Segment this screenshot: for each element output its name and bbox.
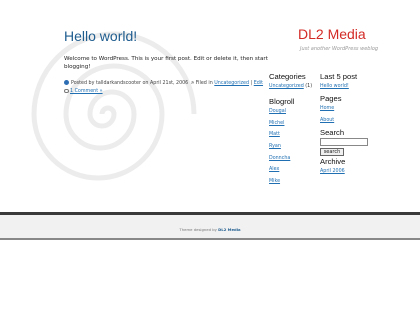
category-link[interactable]: Uncategorized (214, 81, 249, 86)
speech-bubble-icon (64, 89, 69, 93)
blogroll-link-mike[interactable]: Mike (269, 179, 312, 184)
post-author: talldarkandscooter (95, 81, 141, 86)
blogroll-link-dougal[interactable]: Dougal (269, 109, 312, 114)
blogroll-heading: Blogroll (269, 97, 295, 106)
sidebar-left-column: Categories Uncategorized (1) Blogroll Do… (269, 72, 312, 184)
blog-tagline: Just another WordPress weblog (300, 46, 379, 52)
posted-by-label: Posted by (71, 81, 95, 86)
footer-credit: Theme designed by DL2 Media (0, 227, 420, 232)
sidebar-right-column: Last 5 post Hello world! Pages Home Abou… (320, 72, 368, 174)
search-button[interactable]: search (320, 148, 344, 156)
edit-link[interactable]: Edit (254, 81, 263, 86)
pages-heading: Pages (320, 94, 342, 103)
pin-icon (190, 80, 195, 85)
footer-prefix: Theme designed by (179, 227, 217, 232)
blogroll-link-donncha[interactable]: Donncha (269, 156, 312, 161)
search-heading: Search (320, 128, 345, 137)
post-meta: Posted by talldarkandscooter on April 21… (64, 80, 279, 96)
category-item: Uncategorized (1) (269, 84, 312, 89)
last-posts-heading: Last 5 post (320, 72, 358, 81)
filed-in-label: Filed in (195, 81, 213, 86)
pages-list: Home About (320, 106, 368, 123)
page-link-about[interactable]: About (320, 118, 368, 123)
page-content: Hello world! Welcome to WordPress. This … (0, 0, 420, 212)
post-title[interactable]: Hello world! (64, 28, 137, 44)
blogroll-list: Dougal Michel Matt Ryan Donncha Alex Mik… (269, 109, 312, 184)
comments-link[interactable]: 1 Comment » (70, 89, 103, 94)
footer-link[interactable]: DL2 Media (218, 227, 240, 232)
blogroll-link-ryan[interactable]: Ryan (269, 144, 312, 149)
blogroll-link-alex[interactable]: Alex (269, 167, 312, 172)
archive-list: April 2006 (320, 169, 368, 174)
last-posts-list: Hello world! (320, 84, 368, 89)
post-date: on April 21st, 2006 (142, 81, 189, 86)
blog-name[interactable]: DL2 Media (298, 26, 366, 42)
person-icon (64, 80, 69, 85)
category-item-count: (1) (305, 84, 313, 89)
categories-list: Uncategorized (1) (269, 84, 312, 89)
post-body: Welcome to WordPress. This is your first… (64, 56, 268, 71)
blogroll-link-matt[interactable]: Matt (269, 132, 312, 137)
archive-link-april-2006[interactable]: April 2006 (320, 169, 368, 174)
meta-separator: | (250, 81, 253, 86)
category-item-link[interactable]: Uncategorized (269, 84, 304, 89)
categories-heading: Categories (269, 72, 306, 81)
search-input[interactable] (320, 138, 368, 146)
footer: Theme designed by DL2 Media (0, 212, 420, 240)
page-link-home[interactable]: Home (320, 106, 368, 111)
last-post-link[interactable]: Hello world! (320, 84, 368, 89)
blogroll-link-michel[interactable]: Michel (269, 121, 312, 126)
archive-heading: Archive (320, 157, 346, 166)
